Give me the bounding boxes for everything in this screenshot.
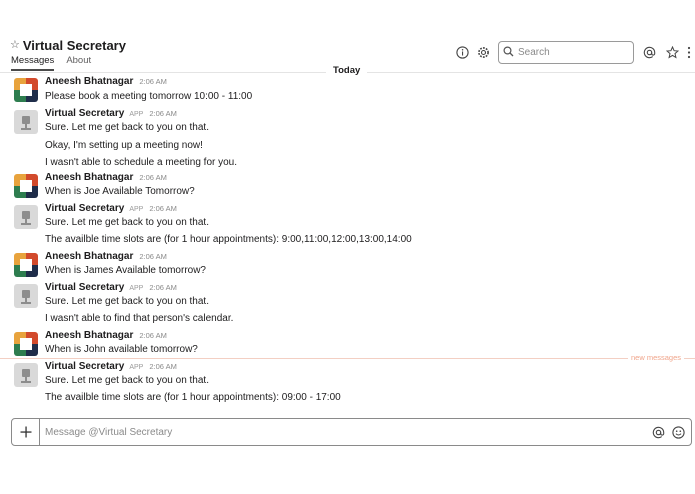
timestamp[interactable]: 2:06 AM <box>139 173 167 182</box>
tab-about[interactable]: About <box>66 55 91 71</box>
plus-icon <box>20 426 31 438</box>
new-messages-label: new messages <box>628 353 685 362</box>
info-icon[interactable] <box>455 45 469 59</box>
sender-line: Virtual Secretary APP 2:06 AM <box>45 361 177 372</box>
message-text: I wasn't able to find that person's cale… <box>45 313 234 324</box>
avatar[interactable] <box>14 253 38 277</box>
sender-name[interactable]: Aneesh Bhatnagar <box>45 251 133 262</box>
sender-name[interactable]: Virtual Secretary <box>45 282 124 293</box>
sender-line: Virtual Secretary APP 2:06 AM <box>45 282 177 293</box>
timestamp[interactable]: 2:06 AM <box>149 204 177 213</box>
timestamp[interactable]: 2:06 AM <box>149 109 177 118</box>
search-icon <box>503 44 514 62</box>
at-icon[interactable] <box>642 45 656 59</box>
sender-line: Aneesh Bhatnagar 2:06 AM <box>45 172 167 183</box>
robot-icon <box>21 369 31 383</box>
search-input[interactable] <box>518 47 628 58</box>
message-composer[interactable] <box>11 418 692 446</box>
app-badge: APP <box>129 285 144 292</box>
bot-avatar[interactable] <box>14 363 38 387</box>
message-input[interactable] <box>45 424 635 440</box>
message-text: When is John available tomorrow? <box>45 344 198 355</box>
message-text: Sure. Let me get back to you on that. <box>45 122 209 133</box>
sender-name[interactable]: Aneesh Bhatnagar <box>45 172 133 183</box>
app-badge: APP <box>129 206 144 213</box>
sender-name[interactable]: Aneesh Bhatnagar <box>45 330 133 341</box>
avatar[interactable] <box>14 174 38 198</box>
message-text: When is James Available tomorrow? <box>45 265 206 276</box>
star-icon[interactable] <box>665 45 679 59</box>
add-attachment-button[interactable] <box>12 419 40 445</box>
bot-avatar[interactable] <box>14 205 38 229</box>
sender-line: Virtual Secretary APP 2:06 AM <box>45 203 177 214</box>
timestamp[interactable]: 2:06 AM <box>139 77 167 86</box>
timestamp[interactable]: 2:06 AM <box>149 362 177 371</box>
sender-line: Aneesh Bhatnagar 2:06 AM <box>45 251 167 262</box>
robot-icon <box>21 116 31 130</box>
timestamp[interactable]: 2:06 AM <box>149 283 177 292</box>
sender-line: Aneesh Bhatnagar 2:06 AM <box>45 76 167 87</box>
message-text: Sure. Let me get back to you on that. <box>45 375 209 386</box>
channel-title-row: ☆ Virtual Secretary <box>10 38 126 53</box>
message-text: I wasn't able to schedule a meeting for … <box>45 157 238 168</box>
mention-icon[interactable] <box>650 424 666 440</box>
bot-avatar[interactable] <box>14 110 38 134</box>
gear-icon[interactable] <box>476 45 490 59</box>
timestamp[interactable]: 2:06 AM <box>139 252 167 261</box>
tab-messages[interactable]: Messages <box>11 55 55 71</box>
message-text: Sure. Let me get back to you on that. <box>45 296 209 307</box>
bot-avatar[interactable] <box>14 284 38 308</box>
message-text: Okay, I'm setting up a meeting now! <box>45 140 203 151</box>
sender-line: Virtual Secretary APP 2:06 AM <box>45 108 177 119</box>
message-text: Sure. Let me get back to you on that. <box>45 217 209 228</box>
sender-name[interactable]: Virtual Secretary <box>45 361 124 372</box>
new-messages-divider <box>0 358 695 359</box>
channel-title: Virtual Secretary <box>22 38 126 53</box>
more-vertical-icon[interactable] <box>685 45 693 59</box>
robot-icon <box>21 211 31 225</box>
sender-name[interactable]: Virtual Secretary <box>45 203 124 214</box>
sender-name[interactable]: Virtual Secretary <box>45 108 124 119</box>
timestamp[interactable]: 2:06 AM <box>139 331 167 340</box>
day-divider: Today <box>326 65 368 76</box>
channel-tabs: Messages About <box>11 55 103 71</box>
emoji-icon[interactable] <box>670 424 686 440</box>
message-text: The availble time slots are (for 1 hour … <box>45 392 341 403</box>
avatar[interactable] <box>14 78 38 102</box>
app-badge: APP <box>129 111 144 118</box>
sender-line: Aneesh Bhatnagar 2:06 AM <box>45 330 167 341</box>
message-text: Please book a meeting tomorrow 10:00 - 1… <box>45 91 253 102</box>
message-text: The availble time slots are (for 1 hour … <box>45 234 412 245</box>
robot-icon <box>21 290 31 304</box>
message-text: When is Joe Available Tomorrow? <box>45 186 195 197</box>
search-box[interactable] <box>498 41 634 64</box>
star-channel-icon[interactable]: ☆ <box>10 40 20 51</box>
app-badge: APP <box>129 364 144 371</box>
sender-name[interactable]: Aneesh Bhatnagar <box>45 76 133 87</box>
avatar[interactable] <box>14 332 38 356</box>
